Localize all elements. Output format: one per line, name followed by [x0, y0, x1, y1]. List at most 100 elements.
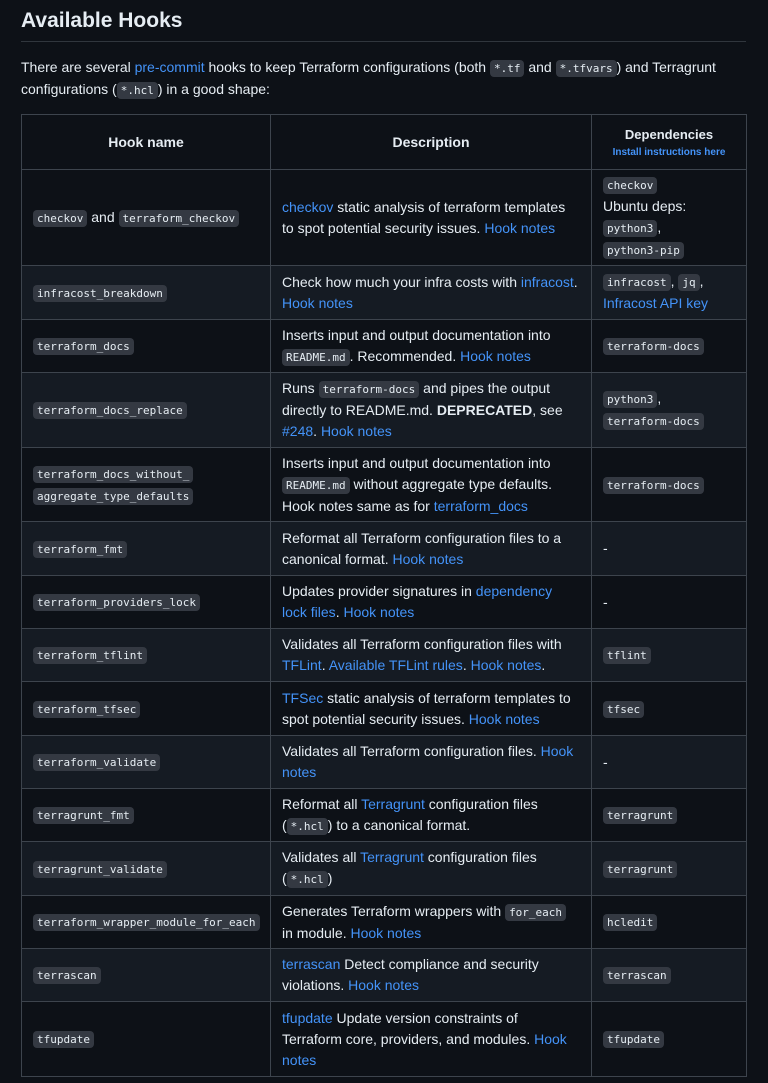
doc-link[interactable]: TFLint	[282, 657, 322, 673]
no-dependency-dash: -	[603, 593, 608, 610]
table-row: terraform_docs_without_ aggregate_type_de…	[21, 447, 747, 523]
cell-text: Inserts input and output documentation i…	[282, 326, 551, 343]
hook-name-code: aggregate_type_defaults	[33, 487, 194, 505]
intro-text: ) in a good shape:	[157, 81, 270, 98]
inline-code: python3	[603, 220, 658, 238]
cell-text: Updates provider signatures in	[282, 583, 476, 600]
hook-name-cell: terraform_fmt	[21, 521, 271, 577]
inline-code: checkov	[603, 177, 658, 195]
dependencies-title: Dependencies	[624, 127, 714, 143]
cell-text: Generates Terraform wrappers with	[282, 902, 506, 919]
inline-code: python3	[603, 391, 658, 409]
cell-text: .	[321, 657, 329, 674]
hook-name-cell: tfupdate	[21, 1001, 271, 1078]
inline-code: terraform-docs	[318, 381, 420, 399]
doc-link[interactable]: checkov	[282, 199, 333, 215]
dependencies-cell: -	[591, 575, 747, 630]
doc-link[interactable]: Infracost API key	[603, 295, 708, 311]
inline-code: for_each	[505, 903, 567, 921]
hook-name-code: terraform_tfsec	[33, 700, 141, 718]
table-row: terraform_tflint Validates all Terraform …	[21, 628, 747, 683]
table-row: terraform_tfsec TFSec static analysis of …	[21, 681, 747, 737]
doc-link[interactable]: TFSec	[282, 690, 323, 706]
dependencies-cell: -	[591, 521, 747, 577]
hook-name-code: checkov	[33, 209, 88, 227]
header-hook-name: Hook name	[21, 114, 271, 171]
doc-link[interactable]: Terragrunt	[361, 796, 425, 812]
description-cell: Generates Terraform wrappers with for_ea…	[270, 895, 592, 950]
doc-link[interactable]: Hook notes	[471, 657, 542, 673]
inline-code: tfupdate	[603, 1031, 664, 1049]
hook-name-cell: terraform_docs	[21, 319, 271, 374]
hook-name-cell: terragrunt_fmt	[21, 788, 271, 843]
dependencies-cell: terragrunt	[591, 788, 747, 843]
hook-name-code: terraform_wrapper_module_for_each	[33, 914, 260, 932]
doc-link[interactable]: Hook notes	[484, 220, 555, 236]
inline-code: tfsec	[603, 700, 645, 718]
description-cell: Reformat all Terraform configuration fil…	[270, 521, 592, 577]
table-row: terraform_fmt Reformat all Terraform conf…	[21, 521, 747, 577]
dependencies-cell: tfsec	[591, 681, 747, 737]
hook-name-code: terrascan	[33, 967, 101, 985]
no-dependency-dash: -	[603, 753, 608, 770]
dependencies-cell: checkov Ubuntu deps: python3, python3-pip	[591, 169, 747, 267]
bold-text: DEPRECATED	[436, 402, 533, 419]
cell-text: Runs	[282, 380, 319, 397]
doc-link[interactable]: terrascan	[282, 956, 340, 972]
inline-code: *.hcl	[286, 817, 328, 835]
description-cell: terrascan Detect compliance and security…	[270, 948, 592, 1003]
cell-text: Reformat all	[282, 795, 362, 812]
cell-text: ,	[657, 390, 662, 407]
inline-code: terraform-docs	[603, 338, 704, 356]
doc-link[interactable]: Hook notes	[393, 551, 464, 567]
description-cell: Inserts input and output documentation i…	[270, 447, 592, 523]
doc-link[interactable]: Hook notes	[469, 711, 540, 727]
inline-code: terrascan	[603, 967, 671, 985]
hook-name-code: terraform_docs	[33, 338, 134, 356]
doc-link[interactable]: Hook notes	[321, 423, 392, 439]
doc-link[interactable]: infracost	[521, 274, 574, 290]
doc-link[interactable]: Hook notes	[350, 925, 421, 941]
doc-link[interactable]: Hook notes	[282, 295, 353, 311]
doc-link[interactable]: Hook notes	[343, 604, 414, 620]
table-header-row: Hook name Description Dependencies Insta…	[21, 114, 747, 171]
cell-text: ,	[657, 219, 662, 236]
dependencies-cell: tflint	[591, 628, 747, 683]
hook-name-code: terraform_fmt	[33, 540, 128, 558]
install-instructions-link[interactable]: Install instructions here	[600, 145, 738, 160]
inline-code: README.md	[282, 348, 350, 366]
cell-text: Validates all Terraform configuration fi…	[282, 743, 541, 760]
description-cell: Check how much your infra costs with inf…	[270, 265, 592, 321]
intro-text: hooks to keep Terraform configurations (…	[204, 59, 490, 76]
doc-link[interactable]: Available TFLint rules	[329, 657, 463, 673]
cell-text: Ubuntu deps:	[603, 198, 687, 215]
doc-link[interactable]: Hook notes	[460, 348, 531, 364]
pre-commit-link[interactable]: pre-commit	[135, 59, 205, 75]
doc-link[interactable]: Terragrunt	[360, 849, 424, 865]
intro-text: There are several	[21, 59, 135, 76]
cell-text: .	[462, 657, 471, 674]
hook-name-code: terragrunt_fmt	[33, 807, 134, 825]
description-cell: TFSec static analysis of terraform templ…	[270, 681, 592, 737]
dependencies-cell: terraform-docs	[591, 319, 747, 374]
dependencies-cell: hcledit	[591, 895, 747, 950]
table-row: terraform_validate Validates all Terrafor…	[21, 735, 747, 790]
dependencies-cell: infracost, jq, Infracost API key	[591, 265, 747, 321]
hook-name-cell: terragrunt_validate	[21, 841, 271, 897]
cell-text: )	[327, 870, 333, 887]
description-cell: Runs terraform-docs and pipes the output…	[270, 372, 592, 449]
hook-name-cell: infracost_breakdown	[21, 265, 271, 321]
doc-link[interactable]: terraform_docs	[434, 498, 528, 514]
doc-link[interactable]: Hook notes	[348, 977, 419, 993]
hook-name-cell: terrascan	[21, 948, 271, 1003]
description-cell: Validates all Terragrunt configuration f…	[270, 841, 592, 897]
hooks-table: Hook name Description Dependencies Insta…	[21, 114, 747, 1078]
doc-link[interactable]: #248	[282, 423, 313, 439]
dependencies-cell: -	[591, 735, 747, 790]
inline-code: infracost	[603, 274, 671, 292]
cell-text: Check how much your infra costs with	[282, 273, 521, 290]
hook-name-cell: terraform_docs_replace	[21, 372, 271, 449]
table-row: terraform_wrapper_module_for_each Generat…	[21, 895, 747, 950]
doc-link[interactable]: tfupdate	[282, 1010, 333, 1026]
cell-text: Validates all Terraform configuration fi…	[282, 636, 562, 653]
